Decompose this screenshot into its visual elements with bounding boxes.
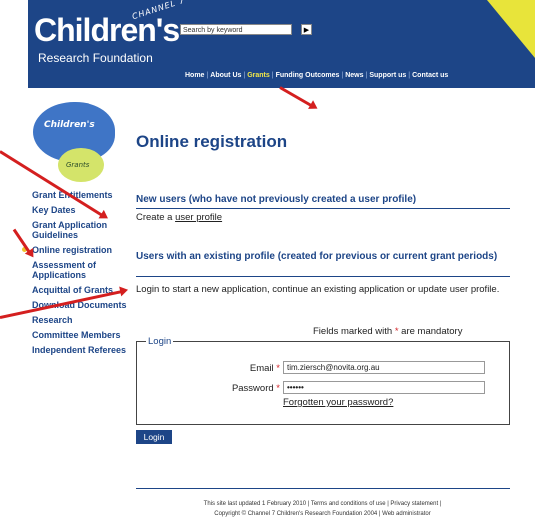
logo-main-text[interactable]: Children's	[34, 12, 180, 49]
login-button[interactable]: Login	[136, 430, 172, 444]
footer-divider	[136, 488, 510, 489]
sidebar-item-online-registration[interactable]: Online registration	[22, 245, 132, 255]
logo-sub-text: Research Foundation	[38, 51, 153, 65]
sidebar-item-independent-referees[interactable]: Independent Referees	[32, 345, 132, 355]
nav-news[interactable]: News	[345, 72, 363, 79]
nav-contact-us[interactable]: Contact us	[412, 72, 448, 79]
footer: This site last updated 1 February 2010 |…	[120, 499, 525, 519]
top-navigation: Home | About Us | Grants | Funding Outcomes | Ne…	[185, 72, 449, 79]
header-accent	[487, 0, 535, 58]
new-users-text: Create a user profile	[136, 212, 223, 223]
forgot-password-link[interactable]: Forgotten your password?	[283, 397, 393, 408]
sidebar-item-research[interactable]: Research	[32, 315, 132, 325]
search-input[interactable]: Search by keyword	[180, 24, 292, 35]
mandatory-fields-note: Fields marked with * are mandatory	[313, 326, 463, 337]
blue-piggy-bank-text: Children's	[44, 120, 95, 130]
password-label: Password *	[231, 383, 280, 394]
nav-funding-outcomes[interactable]: Funding Outcomes	[276, 72, 340, 79]
sidebar-item-committee-members[interactable]: Committee Members	[32, 330, 132, 340]
footer-line-1: This site last updated 1 February 2010 |…	[203, 501, 442, 507]
new-users-heading: New users (who have not previously creat…	[136, 194, 417, 205]
user-profile-link[interactable]: user profile	[175, 212, 222, 223]
email-label: Email *	[249, 363, 280, 374]
new-users-divider	[136, 208, 510, 209]
sidebar-item-grant-entitlements[interactable]: Grant Entitlements	[32, 190, 132, 200]
nav-support-us[interactable]: Support us	[369, 72, 406, 79]
sidebar-item-application-guidelines[interactable]: Grant Application Guidelines	[32, 220, 132, 240]
nav-grants[interactable]: Grants	[247, 72, 270, 79]
sidebar-item-assessment[interactable]: Assessment of Applications	[32, 260, 132, 280]
sidebar-item-key-dates[interactable]: Key Dates	[32, 205, 132, 215]
login-legend: Login	[146, 336, 174, 347]
search-go-button[interactable]: ▶	[301, 24, 312, 35]
existing-users-divider	[136, 276, 510, 277]
footer-line-2: Copyright © Channel 7 Children's Researc…	[214, 511, 431, 517]
existing-users-heading: Users with an existing profile (created …	[136, 251, 498, 262]
email-field[interactable]: tim.ziersch@novita.org.au	[283, 361, 485, 374]
nav-home[interactable]: Home	[185, 72, 204, 79]
password-field[interactable]: ••••••	[283, 381, 485, 394]
nav-about-us[interactable]: About Us	[210, 72, 241, 79]
annotation-arrow-grants	[279, 86, 312, 107]
existing-users-text: Login to start a new application, contin…	[136, 284, 500, 295]
site-header: CHANNEL 7 Children's Research Foundation…	[28, 0, 535, 88]
sidebar-navigation: Grant Entitlements Key Dates Grant Appli…	[22, 190, 132, 360]
green-piggy-bank-text: Grants	[66, 161, 90, 169]
page-title: Online registration	[136, 132, 288, 151]
